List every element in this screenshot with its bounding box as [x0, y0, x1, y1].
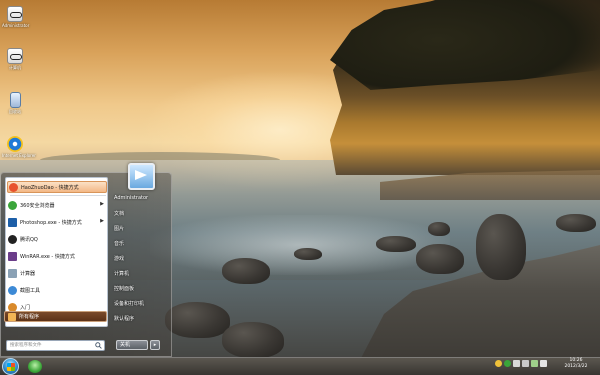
menu-item-label: 入门 [20, 304, 31, 311]
all-programs-label: 所有程序 [19, 314, 40, 320]
battery-icon[interactable] [531, 360, 538, 367]
desktop-icon-computer[interactable]: 计算机 [2, 48, 28, 70]
start-menu-search-input[interactable]: 搜索程序和文件 [6, 340, 105, 351]
all-programs-icon [8, 313, 16, 321]
shutdown-label: 关机 [120, 342, 131, 348]
chevron-right-icon: ▸ [153, 342, 157, 348]
glasses-icon [7, 48, 23, 64]
start-menu-item-qq[interactable]: 腾讯QQ [7, 233, 107, 245]
rock [222, 322, 284, 358]
network-icon[interactable] [513, 360, 520, 367]
menu-item-label: Photoshop.exe - 快捷方式 [20, 219, 82, 226]
volume-icon[interactable] [522, 360, 529, 367]
rock [376, 236, 416, 252]
submenu-arrow-icon[interactable]: ▶ [100, 218, 104, 224]
start-menu-link-default-programs[interactable]: 默认程序 [114, 315, 134, 322]
rock [556, 214, 596, 232]
rock [294, 248, 322, 260]
start-menu-item-haozhuodao[interactable]: HaoZhuoDao - 快捷方式 [7, 181, 107, 193]
rock [165, 302, 230, 338]
photoshop-icon [8, 217, 17, 227]
submenu-arrow-icon[interactable]: ▶ [100, 201, 104, 207]
start-menu-item-winrar[interactable]: WinRAR.exe - 快捷方式 [7, 250, 107, 262]
qq-penguin-icon [8, 234, 17, 244]
menu-item-label: 腾讯QQ [20, 236, 38, 243]
start-menu-programs-pane: HaoZhuoDao - 快捷方式 360安全浏览器 ▶ Photoshop.e… [5, 177, 108, 327]
start-menu-item-360-browser[interactable]: 360安全浏览器 ▶ [7, 199, 107, 211]
start-menu-item-snipping-tool[interactable]: 截图工具 [7, 284, 107, 296]
desktop-icon-internet-explorer[interactable]: Internet Explorer [2, 136, 36, 158]
desktop-icon-label: 计算机 [9, 65, 21, 70]
desktop-icon-label: Administrator [2, 23, 30, 28]
start-button[interactable] [2, 358, 19, 375]
start-menu-item-photoshop[interactable]: Photoshop.exe - 快捷方式 ▶ [7, 216, 107, 228]
flag-icon[interactable] [540, 360, 547, 367]
menu-item-label: HaoZhuoDao - 快捷方式 [21, 184, 79, 191]
taskbar-clock[interactable]: 10:26 2012/3/22 [556, 358, 596, 370]
glasses-icon [7, 6, 23, 22]
start-menu-item-calculator[interactable]: 计算器 [7, 267, 107, 279]
security-icon[interactable] [504, 360, 511, 367]
qq-icon[interactable] [495, 360, 502, 367]
start-menu-link-music[interactable]: 音乐 [114, 240, 124, 247]
rock [222, 258, 270, 284]
menu-item-label: WinRAR.exe - 快捷方式 [20, 253, 75, 260]
separator [10, 195, 106, 196]
menu-item-label: 360安全浏览器 [20, 202, 55, 209]
search-icon [95, 342, 102, 349]
start-menu: HaoZhuoDao - 快捷方式 360安全浏览器 ▶ Photoshop.e… [0, 163, 172, 357]
rock [428, 222, 450, 236]
desktop-icon-administrator[interactable]: Administrator [2, 6, 30, 28]
start-menu-link-computer[interactable]: 计算机 [114, 270, 129, 277]
menu-item-label: 计算器 [20, 270, 36, 277]
start-menu-link-devices-printers[interactable]: 设备和打印机 [114, 300, 144, 307]
360-browser-icon [8, 200, 17, 210]
shutdown-options-button[interactable]: ▸ [150, 340, 160, 350]
start-menu-link-pictures[interactable]: 图片 [114, 225, 124, 232]
start-menu-link-games[interactable]: 游戏 [114, 255, 124, 262]
snipping-tool-icon [8, 285, 17, 295]
calculator-icon [8, 268, 17, 278]
rock [416, 244, 464, 274]
system-tray [495, 360, 547, 367]
start-menu-link-documents[interactable]: 文档 [114, 210, 124, 217]
recycle-bin-icon [9, 92, 21, 108]
ie-icon [7, 136, 23, 152]
start-menu-link-administrator[interactable]: Administrator [114, 195, 148, 201]
clock-date: 2012/3/22 [564, 364, 588, 369]
winrar-icon [8, 251, 17, 261]
taskbar-pinned-360-browser-icon[interactable] [28, 360, 42, 373]
haozhuodao-icon [9, 182, 18, 192]
rock [476, 214, 526, 280]
desktop-icon-recycle-bin[interactable]: 回收站 [2, 92, 28, 114]
user-account-picture[interactable] [128, 163, 155, 190]
all-programs-button[interactable]: 所有程序 [4, 311, 107, 322]
shutdown-button[interactable]: 关机 [116, 340, 148, 350]
desktop-icon-label: 回收站 [9, 109, 21, 114]
start-menu-link-control-panel[interactable]: 控制面板 [114, 285, 134, 292]
search-placeholder: 搜索程序和文件 [10, 343, 42, 348]
desktop-icon-label: Internet Explorer [2, 153, 36, 158]
menu-item-label: 截图工具 [20, 287, 41, 294]
